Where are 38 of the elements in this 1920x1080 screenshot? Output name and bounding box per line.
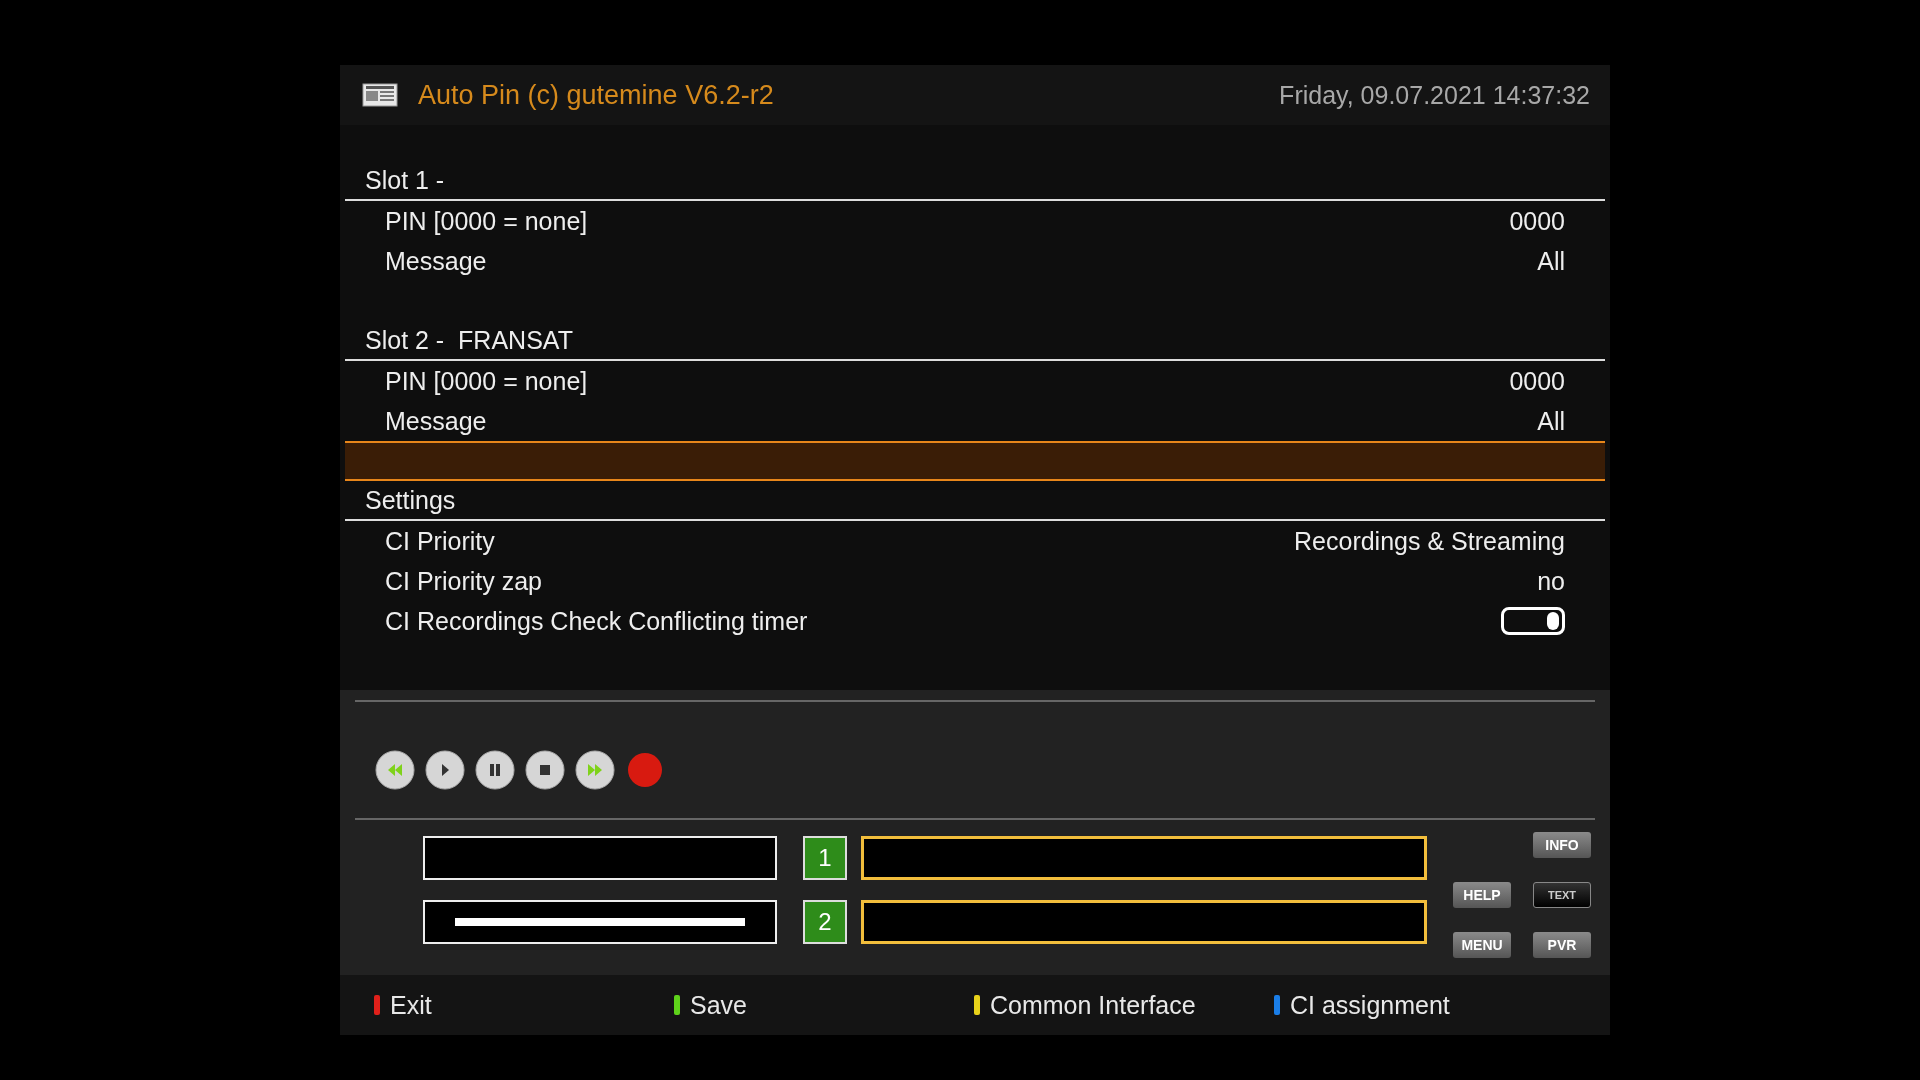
footer-action[interactable]: Exit <box>390 990 432 1020</box>
footer-action[interactable]: CI assignment <box>1290 990 1450 1020</box>
setting-label[interactable]: PIN [0000 = none] <box>385 206 588 236</box>
setting-label[interactable]: Message <box>385 406 487 436</box>
fast-forward-icon[interactable] <box>575 750 615 790</box>
footer-action[interactable]: Common Interface <box>990 990 1196 1020</box>
setting-value[interactable]: 0000 <box>1509 206 1565 236</box>
remote-key[interactable]: TEXT <box>1533 882 1591 908</box>
footer-action[interactable]: Save <box>690 990 747 1020</box>
pause-icon[interactable] <box>475 750 515 790</box>
setting-value[interactable]: All <box>1537 246 1565 276</box>
setting-value[interactable]: Recordings & Streaming <box>1294 526 1565 556</box>
setting-value[interactable]: 0000 <box>1509 366 1565 396</box>
selection-highlight[interactable] <box>345 441 1605 481</box>
rewind-icon[interactable] <box>375 750 415 790</box>
slot-number: 2 <box>803 900 847 944</box>
setting-value[interactable]: no <box>1537 566 1565 596</box>
date-time: Friday, 09.07.2021 14:37:32 <box>1279 80 1590 110</box>
section-header[interactable]: Slot 2 - FRANSAT <box>345 321 1605 361</box>
section-header[interactable]: Slot 1 - <box>345 161 1605 201</box>
section-header[interactable]: Settings <box>345 481 1605 521</box>
play-icon[interactable] <box>425 750 465 790</box>
record-icon[interactable] <box>625 750 665 790</box>
stop-icon[interactable] <box>525 750 565 790</box>
remote-key[interactable]: HELP <box>1453 882 1511 908</box>
remote-key[interactable]: INFO <box>1533 832 1591 858</box>
newspaper-icon <box>362 83 398 107</box>
setting-label[interactable]: Message <box>385 246 487 276</box>
setting-label[interactable]: CI Recordings Check Conflicting timer <box>385 606 808 636</box>
remote-key[interactable]: MENU <box>1453 932 1511 958</box>
window-title: Auto Pin (c) gutemine V6.2-r2 <box>418 79 774 111</box>
setting-label[interactable]: CI Priority <box>385 526 495 556</box>
setting-value[interactable]: All <box>1537 406 1565 436</box>
remote-key[interactable]: PVR <box>1533 932 1591 958</box>
toggle-switch[interactable] <box>1501 607 1565 635</box>
setting-label[interactable]: CI Priority zap <box>385 566 542 596</box>
slot-number: 1 <box>803 836 847 880</box>
setting-label[interactable]: PIN [0000 = none] <box>385 366 588 396</box>
